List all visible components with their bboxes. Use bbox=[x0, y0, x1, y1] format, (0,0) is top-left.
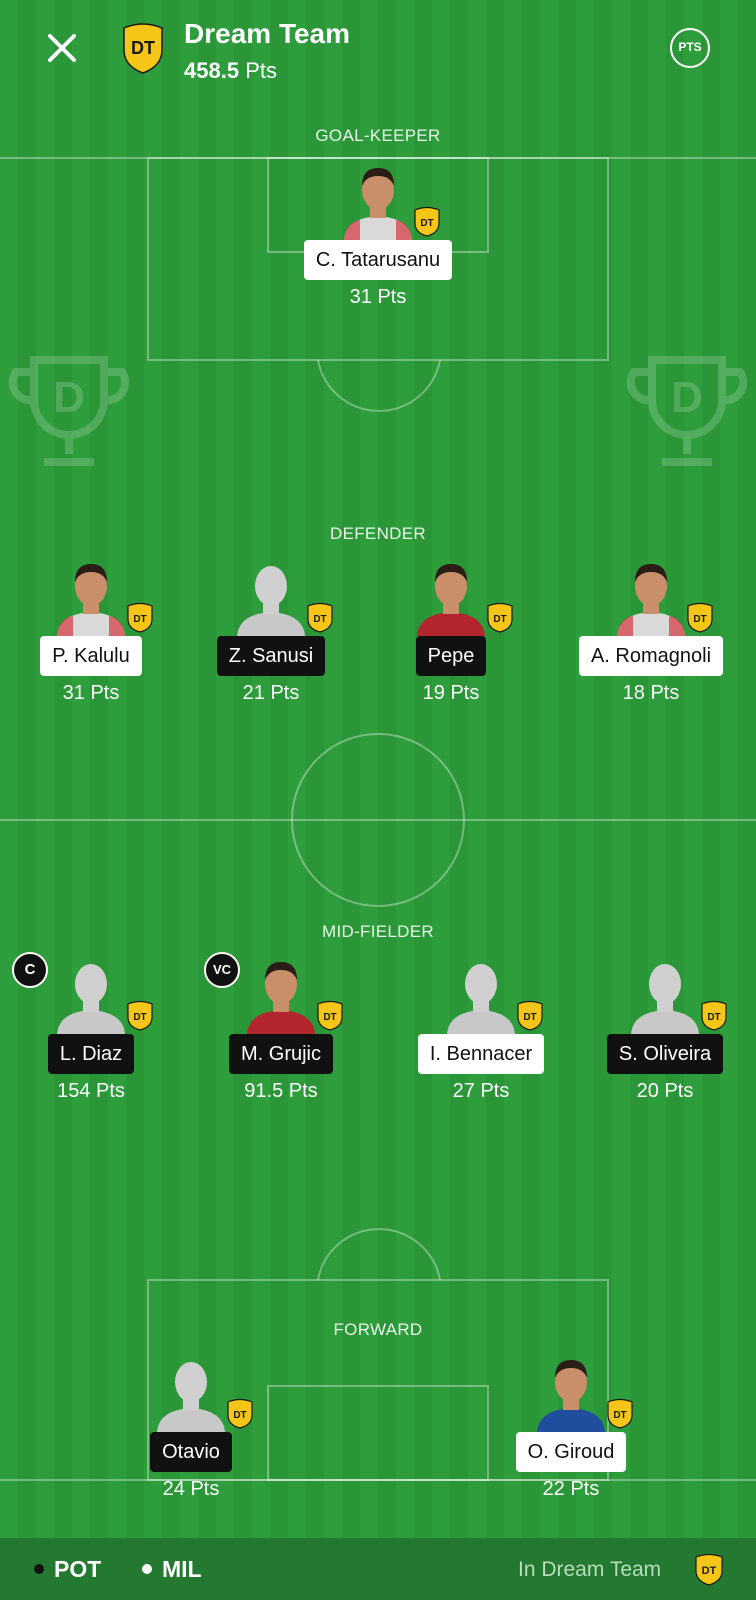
player-placeholder-icon bbox=[151, 1352, 231, 1432]
dream-team-shield-icon: DT bbox=[123, 23, 163, 74]
player-card[interactable]: DT Z. Sanusi 21 Pts bbox=[186, 556, 356, 716]
player-name: Z. Sanusi bbox=[216, 636, 326, 676]
player-points: 91.5 Pts bbox=[244, 1080, 318, 1102]
dream-team-badge-icon: DT bbox=[316, 999, 344, 1031]
player-card[interactable]: DT S. Oliveira 20 Pts bbox=[580, 954, 750, 1114]
trophy-watermark-icon: D bbox=[626, 356, 748, 466]
svg-text:DT: DT bbox=[693, 614, 706, 625]
player-photo bbox=[241, 954, 321, 1034]
player-placeholder-icon bbox=[231, 556, 311, 636]
svg-text:DT: DT bbox=[420, 218, 433, 229]
dream-team-badge-icon: DT bbox=[700, 999, 728, 1031]
section-label-forward: FORWARD bbox=[333, 1320, 423, 1339]
player-photo bbox=[611, 556, 691, 636]
player-card[interactable]: DT P. Kalulu 31 Pts bbox=[6, 556, 176, 716]
player-points: 21 Pts bbox=[242, 682, 300, 704]
dream-team-badge-icon: DT bbox=[413, 205, 441, 237]
player-name: M. Grujic bbox=[229, 1034, 333, 1074]
dream-team-badge-icon: DT bbox=[306, 601, 334, 633]
captain-badge: C bbox=[12, 952, 48, 988]
svg-text:DT: DT bbox=[133, 1012, 146, 1023]
svg-text:DT: DT bbox=[493, 614, 506, 625]
dream-team-badge-icon: DT bbox=[686, 601, 714, 633]
player-card[interactable]: DT Otavio 24 Pts bbox=[106, 1352, 276, 1512]
close-icon[interactable] bbox=[40, 26, 84, 70]
section-label-defender: DEFENDER bbox=[330, 524, 426, 543]
dream-team-badge-icon: DT bbox=[126, 601, 154, 633]
player-points: 154 Pts bbox=[57, 1080, 125, 1102]
player-points: 18 Pts bbox=[622, 682, 680, 704]
player-points: 31 Pts bbox=[349, 286, 407, 308]
dream-team-badge-icon: DT bbox=[226, 1397, 254, 1429]
dream-team-badge-icon: DT bbox=[606, 1397, 634, 1429]
player-name: I. Bennacer bbox=[417, 1034, 545, 1074]
player-placeholder-icon bbox=[51, 954, 131, 1034]
svg-text:DT: DT bbox=[131, 38, 155, 58]
player-name: S. Oliveira bbox=[606, 1034, 724, 1074]
player-name: Pepe bbox=[415, 636, 487, 676]
dream-team-badge-icon: DT bbox=[486, 601, 514, 633]
header: DT Dream Team 458.5 Pts PTS bbox=[0, 0, 756, 110]
svg-text:D: D bbox=[671, 373, 703, 422]
player-photo bbox=[51, 556, 131, 636]
player-photo bbox=[531, 1352, 611, 1432]
svg-text:DT: DT bbox=[313, 614, 326, 625]
player-card[interactable]: DT O. Giroud 22 Pts bbox=[486, 1352, 656, 1512]
section-label-goalkeeper: GOAL-KEEPER bbox=[315, 126, 441, 145]
dream-team-badge-icon: DT bbox=[126, 999, 154, 1031]
dream-team-badge-icon: DT bbox=[695, 1553, 723, 1586]
svg-text:DT: DT bbox=[613, 1410, 626, 1421]
player-points: 27 Pts bbox=[452, 1080, 510, 1102]
player-card[interactable]: DT Pepe 19 Pts bbox=[366, 556, 536, 716]
team-legend-pot: POT bbox=[34, 1556, 101, 1583]
svg-text:DT: DT bbox=[133, 614, 146, 625]
player-placeholder-icon bbox=[441, 954, 521, 1034]
player-card[interactable]: DT I. Bennacer 27 Pts bbox=[396, 954, 566, 1114]
section-label-midfielder: MID-FIELDER bbox=[322, 922, 434, 941]
svg-text:DT: DT bbox=[707, 1012, 720, 1023]
player-name: L. Diaz bbox=[47, 1034, 135, 1074]
svg-text:DT: DT bbox=[523, 1012, 536, 1023]
legend-in-dream-team: In Dream Team bbox=[518, 1558, 662, 1581]
team-color-dot bbox=[34, 1563, 44, 1574]
player-points: 20 Pts bbox=[636, 1080, 694, 1102]
player-placeholder-icon bbox=[625, 954, 705, 1034]
player-card[interactable]: DT A. Romagnoli 18 Pts bbox=[566, 556, 736, 716]
vice-captain-badge: VC bbox=[204, 952, 240, 988]
svg-text:DT: DT bbox=[233, 1410, 246, 1421]
player-card[interactable]: DT C. Tatarusanu 31 Pts bbox=[293, 160, 463, 320]
dream-team-badge-icon: DT bbox=[516, 999, 544, 1031]
player-points: 22 Pts bbox=[542, 1478, 600, 1500]
player-points: 31 Pts bbox=[62, 682, 120, 704]
player-name: A. Romagnoli bbox=[578, 636, 724, 676]
footer-legend: POT MIL In Dream Team DT bbox=[0, 1538, 756, 1600]
team-legend-mil: MIL bbox=[142, 1556, 202, 1583]
svg-text:DT: DT bbox=[702, 1565, 717, 1577]
player-points: 24 Pts bbox=[162, 1478, 220, 1500]
team-color-dot bbox=[142, 1563, 152, 1574]
player-photo bbox=[411, 556, 491, 636]
team-total-points: 458.5 Pts bbox=[184, 58, 277, 83]
points-toggle-button[interactable]: PTS bbox=[670, 28, 710, 68]
player-name: O. Giroud bbox=[515, 1432, 627, 1472]
player-photo bbox=[338, 160, 418, 240]
svg-text:D: D bbox=[53, 373, 85, 422]
player-name: Otavio bbox=[150, 1432, 232, 1472]
player-points: 19 Pts bbox=[422, 682, 480, 704]
trophy-watermark-icon: D bbox=[8, 356, 130, 466]
svg-text:DT: DT bbox=[323, 1012, 336, 1023]
page-title: Dream Team bbox=[184, 18, 351, 49]
player-name: C. Tatarusanu bbox=[303, 240, 453, 280]
player-name: P. Kalulu bbox=[40, 636, 142, 676]
